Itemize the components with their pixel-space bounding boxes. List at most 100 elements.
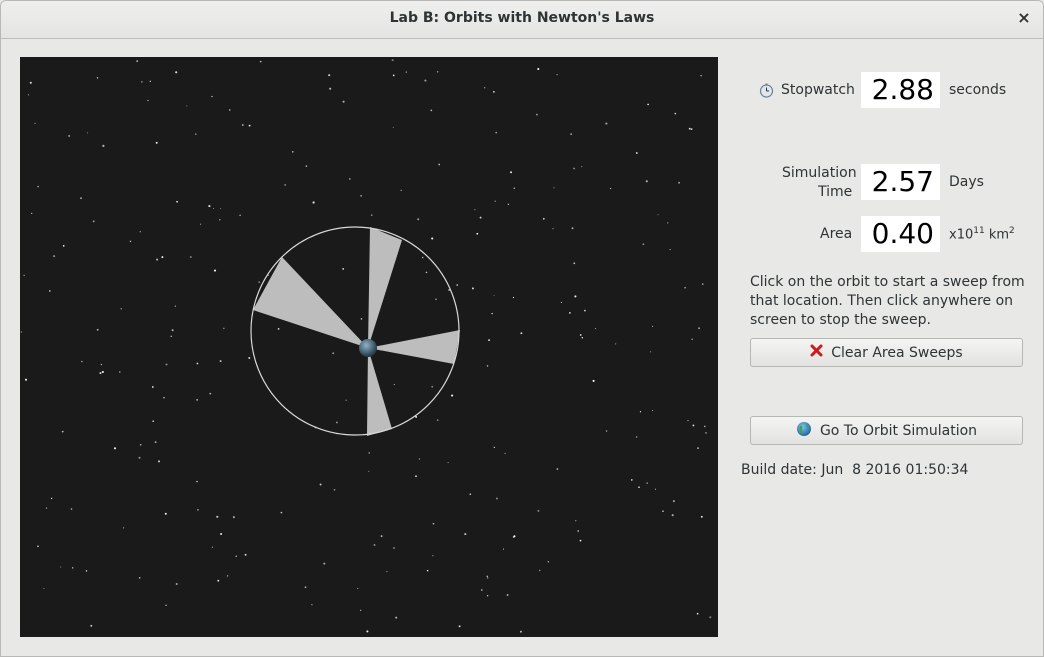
star xyxy=(571,227,574,230)
star xyxy=(113,447,117,450)
star xyxy=(592,379,595,382)
star xyxy=(328,74,331,77)
star xyxy=(87,132,89,134)
star xyxy=(570,133,572,135)
star xyxy=(645,180,648,183)
star xyxy=(241,124,244,126)
star xyxy=(70,508,73,510)
star xyxy=(635,152,638,154)
orbit-view[interactable] xyxy=(20,57,718,637)
area-unit: x1011 km2 xyxy=(949,226,1015,242)
star xyxy=(119,371,121,373)
star xyxy=(23,274,25,277)
star xyxy=(646,482,649,484)
star xyxy=(329,87,332,90)
star xyxy=(165,363,168,366)
star xyxy=(652,325,654,327)
star xyxy=(196,508,199,511)
orbit-simulation-canvas[interactable] xyxy=(20,57,718,637)
simulation-time-value: 2.57 xyxy=(861,164,940,200)
star xyxy=(37,185,39,188)
star xyxy=(360,318,363,320)
star xyxy=(220,533,223,535)
star xyxy=(507,203,510,206)
star xyxy=(360,609,362,612)
star xyxy=(491,312,493,315)
star xyxy=(90,624,93,627)
star xyxy=(208,205,211,208)
star xyxy=(669,249,671,251)
star xyxy=(50,497,53,500)
stopwatch-value: 2.88 xyxy=(861,72,940,108)
star xyxy=(502,548,505,550)
star xyxy=(436,419,439,421)
star xyxy=(174,305,177,307)
stopwatch-label: Stopwatch xyxy=(781,82,855,98)
star xyxy=(199,223,202,225)
area-label: Area xyxy=(820,226,853,242)
star xyxy=(223,327,225,329)
star xyxy=(705,432,707,434)
star xyxy=(581,166,583,168)
star xyxy=(72,567,74,569)
star xyxy=(642,243,645,245)
star xyxy=(486,575,488,577)
star xyxy=(573,262,576,265)
star xyxy=(464,533,467,536)
star xyxy=(458,625,461,628)
star xyxy=(259,60,262,63)
go-to-orbit-simulation-button[interactable]: Go To Orbit Simulation xyxy=(750,416,1023,445)
clear-area-sweeps-button[interactable]: Clear Area Sweeps xyxy=(750,338,1023,367)
star xyxy=(400,189,402,191)
close-icon[interactable]: × xyxy=(1013,7,1035,29)
star xyxy=(506,594,509,596)
star xyxy=(62,245,65,247)
star xyxy=(171,329,174,332)
area-value: 0.40 xyxy=(861,216,940,252)
star xyxy=(92,220,95,223)
red-x-icon xyxy=(810,344,823,361)
star xyxy=(24,378,28,381)
star xyxy=(155,141,158,144)
star xyxy=(537,509,540,512)
star xyxy=(652,409,654,412)
star xyxy=(678,181,680,184)
star xyxy=(700,515,703,518)
star xyxy=(175,583,178,585)
star xyxy=(123,527,125,529)
star xyxy=(311,603,313,606)
stopwatch-icon xyxy=(759,83,774,102)
star xyxy=(493,446,495,448)
star xyxy=(332,352,335,355)
star xyxy=(691,338,693,341)
star xyxy=(435,298,437,300)
star xyxy=(196,399,198,401)
star xyxy=(672,500,675,503)
star xyxy=(152,420,155,423)
star xyxy=(196,362,199,365)
sweep-instructions: Click on the orbit to start a sweep from… xyxy=(750,274,1025,328)
star xyxy=(474,209,476,211)
star xyxy=(635,436,638,438)
star xyxy=(357,587,359,589)
star xyxy=(392,126,394,129)
star xyxy=(136,60,139,63)
star xyxy=(638,486,640,489)
star xyxy=(213,269,217,272)
star xyxy=(537,67,540,71)
star xyxy=(581,337,584,339)
star xyxy=(538,569,541,572)
star xyxy=(81,360,83,363)
star xyxy=(392,74,395,77)
star xyxy=(29,81,32,84)
star xyxy=(333,488,336,491)
simulation-time-label-line1: Simulation xyxy=(782,165,857,181)
star xyxy=(151,386,154,388)
stopwatch-unit: seconds xyxy=(949,82,1007,98)
go-to-orbit-simulation-label: Go To Orbit Simulation xyxy=(819,422,978,439)
star xyxy=(476,232,479,235)
star xyxy=(425,271,428,274)
star xyxy=(164,512,167,515)
star xyxy=(348,178,351,180)
star xyxy=(553,187,555,189)
